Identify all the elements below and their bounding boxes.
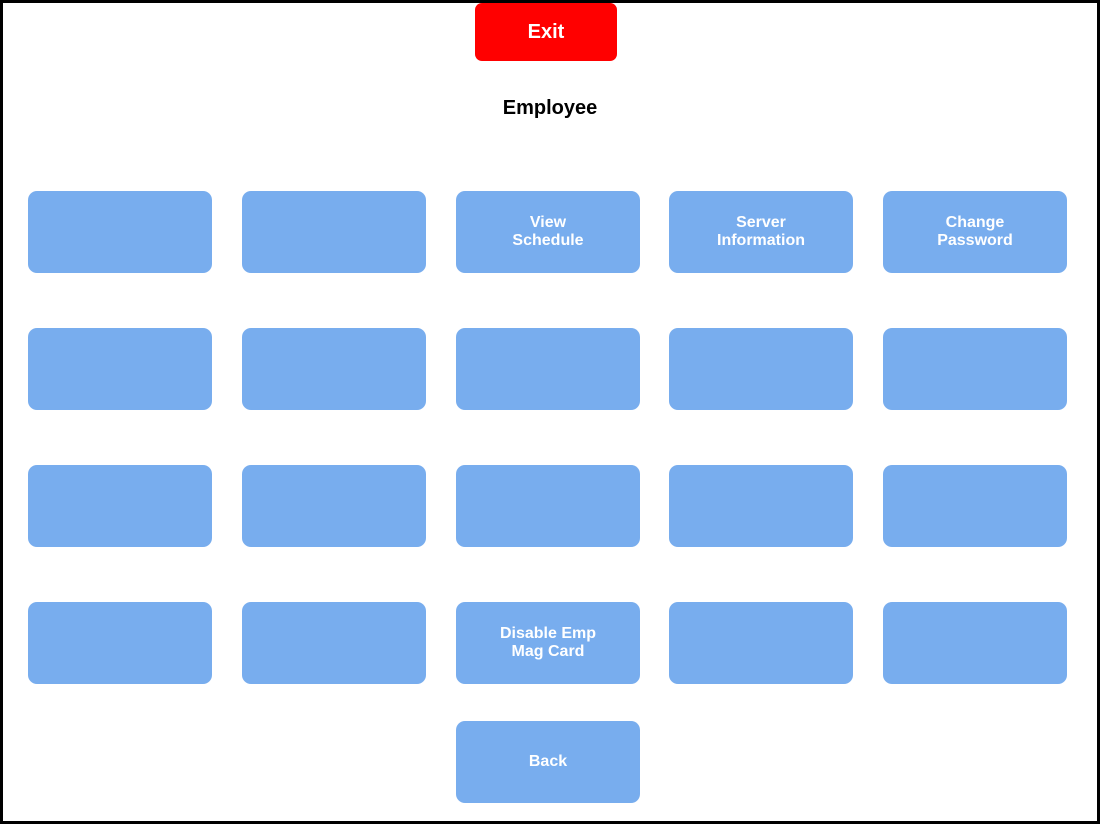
menu-button-r3-c4[interactable] — [669, 465, 853, 547]
menu-button-r3-c3[interactable] — [456, 465, 640, 547]
menu-button-r4-c1[interactable] — [28, 602, 212, 684]
menu-button-r3-c1[interactable] — [28, 465, 212, 547]
back-button[interactable]: Back — [456, 721, 640, 803]
menu-button-r2-c2[interactable] — [242, 328, 426, 410]
menu-button-r1-c2[interactable] — [242, 191, 426, 273]
menu-button-r3-c2[interactable] — [242, 465, 426, 547]
menu-button-r4-c5[interactable] — [883, 602, 1067, 684]
menu-button-r4-c4[interactable] — [669, 602, 853, 684]
menu-button-r2-c5[interactable] — [883, 328, 1067, 410]
menu-button-r2-c1[interactable] — [28, 328, 212, 410]
change-password-button[interactable]: Change Password — [883, 191, 1067, 273]
menu-button-r1-c1[interactable] — [28, 191, 212, 273]
screen-frame — [0, 0, 1100, 824]
menu-button-r4-c2[interactable] — [242, 602, 426, 684]
menu-button-r3-c5[interactable] — [883, 465, 1067, 547]
page-title: Employee — [502, 97, 598, 119]
server-information-button[interactable]: Server Information — [669, 191, 853, 273]
exit-button[interactable]: Exit — [475, 3, 617, 61]
disable-emp-mag-card-button[interactable]: Disable Emp Mag Card — [456, 602, 640, 684]
menu-button-r2-c3[interactable] — [456, 328, 640, 410]
menu-button-r2-c4[interactable] — [669, 328, 853, 410]
view-schedule-button[interactable]: View Schedule — [456, 191, 640, 273]
